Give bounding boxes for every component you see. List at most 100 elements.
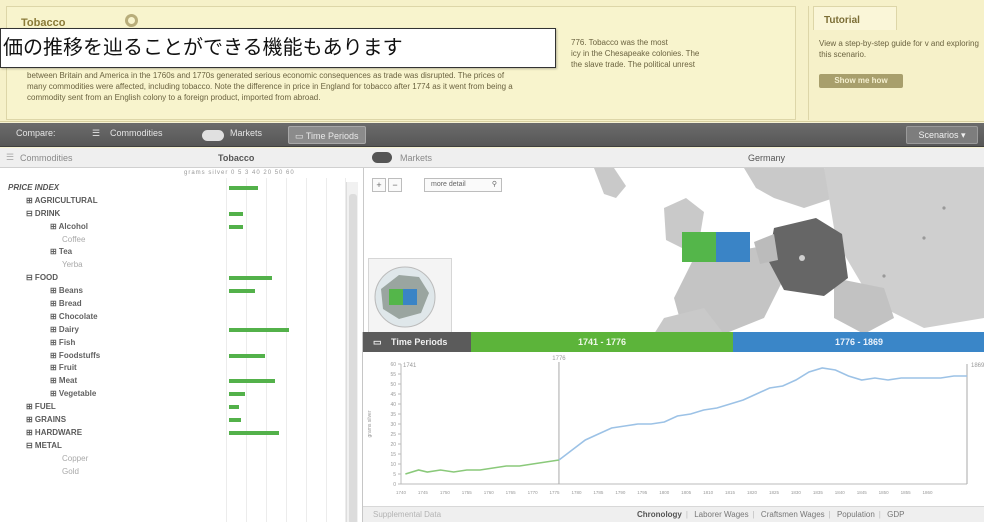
markets-toggle[interactable]: Markets [230,128,262,138]
supplemental-bar: Supplemental Data Chronology | Laborer Wa… [363,506,984,522]
price-bar [229,276,272,281]
commodities-toggle[interactable]: Commodities [110,128,163,138]
price-bar [229,211,243,216]
price-bar [229,289,255,294]
price-line-chart: 0 5 10 15 20 25 30 35 40 45 50 55 60 grams silver 1740… [367,356,984,495]
commodity-label: ⊞ AGRICULTURAL [26,195,98,205]
time-periods-header: ▭ Time Periods 1741 - 1776 1776 - 1869 [363,332,984,352]
commodity-row[interactable]: Yerba [0,259,346,272]
x-tick-label: 1850 [879,490,890,495]
commodities-breadcrumb[interactable]: Commodities [20,153,73,163]
commodity-tree: PRICE INDEX ⊞ AGRICULTURAL ⊟ DRINK ⊞ Alcoho… [0,182,346,478]
commodity-row[interactable]: ⊞ Alcohol [0,221,346,234]
x-tick-label: 1760 [484,490,495,495]
commodity-row[interactable]: ⊞ AGRICULTURAL [0,195,346,208]
commodity-row[interactable]: ⊟ DRINK [0,208,346,221]
market-dot [882,274,886,278]
start-year-label: 1741 [403,363,417,369]
x-tick-label: 1790 [615,490,626,495]
zoom-out-button[interactable]: − [388,178,402,192]
x-tick-label: 1810 [703,490,714,495]
commodity-row[interactable]: ⊞ Beans [0,285,346,298]
commodity-row[interactable]: ⊟ METAL [0,440,346,453]
scenarios-dropdown[interactable]: Scenarios ▾ [906,126,978,144]
commodity-row[interactable]: ⊞ Fish [0,337,346,350]
commodity-row[interactable]: ⊞ Fruit [0,362,346,375]
more-detail-label: more detail [431,181,466,188]
market-dot [799,255,805,261]
commodity-row[interactable]: ⊞ Meat [0,375,346,388]
x-tick-label: 1795 [637,490,648,495]
x-tick-label: 1820 [747,490,758,495]
commodity-row[interactable]: ⊞ HARDWARE [0,427,346,440]
y-tick-label: 45 [390,392,396,398]
commodity-row[interactable]: ⊞ Dairy [0,324,346,337]
x-tick-label: 1825 [769,490,780,495]
y-tick-label: 15 [390,452,396,458]
commodity-row[interactable]: ⊞ FUEL [0,401,346,414]
y-axis-label: grams silver [367,410,373,437]
europe-map[interactable] [364,168,984,334]
market-dot [942,206,946,210]
scrollbar-thumb[interactable] [349,194,357,522]
commodity-row[interactable]: ⊞ GRAINS [0,414,346,427]
period2-marker[interactable] [716,232,750,262]
tab-craftsmen-wages[interactable]: Craftsmen Wages [757,510,829,519]
markets-breadcrumb[interactable]: Markets [400,153,432,163]
y-tick-label: 20 [390,442,396,448]
y-tick-label: 35 [390,412,396,418]
x-tick-label: 1840 [835,490,846,495]
markets-eye-icon [202,130,224,141]
y-tick-label: 30 [390,422,396,428]
tab-gdp[interactable]: GDP [883,510,908,519]
commodity-row[interactable]: ⊞ Vegetable [0,388,346,401]
commodity-row[interactable]: Coffee [0,234,346,247]
tab-laborer-wages[interactable]: Laborer Wages [690,510,752,519]
tutorial-text: View a step-by-step guide for v and expl… [819,39,979,59]
germany-column-title: Germany [748,153,786,163]
period1-marker[interactable] [682,232,716,262]
commodity-label: ⊞ Fruit [50,363,77,373]
globe-minimap[interactable] [368,258,452,334]
tab-chronology[interactable]: Chronology [633,510,686,519]
zoom-in-button[interactable]: + [372,178,386,192]
commodity-row[interactable]: PRICE INDEX [0,182,346,195]
commodity-scrollbar[interactable] [346,182,358,522]
commodity-row[interactable]: ⊟ FOOD [0,272,346,285]
markets-map-panel: Markets Germany + − more detail ⚲ [364,148,984,334]
commodity-label: PRICE INDEX [8,183,60,192]
x-tick-label: 1860 [923,490,934,495]
commodity-label: Coffee [62,234,86,244]
commodity-row[interactable]: Copper [0,453,346,466]
x-tick-label: 1815 [725,490,736,495]
time-periods-toggle[interactable]: ▭ Time Periods [288,126,366,144]
eye-icon [372,152,392,163]
commodity-row[interactable]: ⊞ Chocolate [0,311,346,324]
period2-tab[interactable]: 1776 - 1869 [733,332,984,352]
more-detail-button[interactable]: more detail ⚲ [424,178,502,192]
commodity-label: ⊞ GRAINS [26,415,67,425]
1776-marker-label: 1776 [552,356,566,362]
commodity-label: ⊟ METAL [26,440,62,450]
commodity-row[interactable]: ⊞ Foodstuffs [0,350,346,363]
commodity-label: ⊞ HARDWARE [26,427,83,437]
commodity-row[interactable]: Gold [0,466,346,479]
y-tick-label: 5 [393,472,396,478]
tab-population[interactable]: Population [833,510,879,519]
binoculars-icon: ⚲ [491,181,497,188]
gear-icon[interactable] [125,14,138,27]
price-bar [229,405,239,410]
time-periods-label: Time Periods [305,131,359,141]
period1-tab[interactable]: 1741 - 1776 [471,332,733,352]
commodity-row[interactable]: ⊞ Tea [0,246,346,259]
price-bar [229,392,245,397]
tutorial-tab[interactable]: Tutorial [813,6,897,30]
commodity-row[interactable]: ⊞ Bread [0,298,346,311]
y-tick-label: 60 [390,362,396,368]
x-tick-label: 1770 [528,490,539,495]
show-me-how-button[interactable]: Show me how [819,74,903,88]
x-tick-label: 1745 [418,490,429,495]
y-tick-label: 10 [390,462,396,468]
commodity-label: ⊟ FOOD [26,273,59,283]
price-scale: grams silver 0 5 3 40 20 50 60 [184,170,295,176]
